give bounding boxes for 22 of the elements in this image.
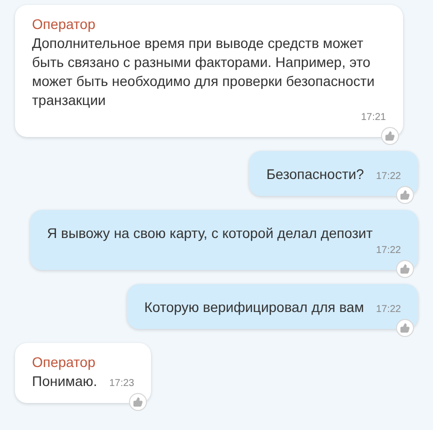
message-time: 17:21 <box>360 111 386 125</box>
message-text: Я вывожу на свою карту, с которой делал депозит <box>47 224 374 243</box>
like-button[interactable] <box>396 260 414 278</box>
like-button[interactable] <box>396 186 414 204</box>
sender-name: Оператор <box>32 15 96 34</box>
thumbs-up-icon <box>400 190 410 200</box>
like-button[interactable] <box>129 393 148 411</box>
thumbs-up-icon <box>400 264 410 274</box>
thumbs-up-icon <box>385 131 395 141</box>
thumbs-up-icon <box>400 323 410 333</box>
like-button[interactable] <box>381 127 399 145</box>
message-time: 17:22 <box>376 170 401 184</box>
message-text: Безопасности? <box>266 165 364 184</box>
message-text: Дополнительное время при выводе средств может быть связано с разными факторами. Например, это может быть необходимо для проверки безопасности транзакции <box>32 34 376 110</box>
message-time: 17:23 <box>109 377 134 391</box>
message-time: 17:22 <box>376 244 401 258</box>
message-time: 17:22 <box>376 303 401 317</box>
like-button[interactable] <box>396 319 414 337</box>
sender-name: Оператор <box>32 353 96 372</box>
message-text: Понимаю. <box>32 372 98 391</box>
thumbs-up-icon <box>133 397 144 407</box>
message-text: Которую верифицировал для вам <box>144 298 364 317</box>
